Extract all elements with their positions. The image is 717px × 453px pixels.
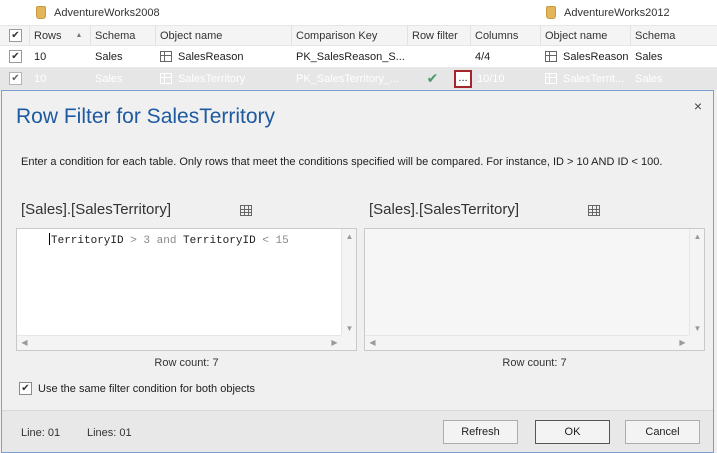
comparison-key-cell[interactable]: PK_SalesReason_S... [292, 46, 408, 67]
right-pane-title: [Sales].[SalesTerritory] [369, 201, 520, 218]
instructions-text: Enter a condition for each table. Only r… [21, 156, 663, 168]
left-filter-editor[interactable]: TerritoryID > 3 and TerritoryID < 15 ▲ ▼… [16, 228, 357, 351]
refresh-button[interactable]: Refresh [443, 420, 518, 444]
column-header-schema[interactable]: Schema [91, 26, 156, 45]
column-header-object-name[interactable]: Object name [156, 26, 292, 45]
column-header-row-filter[interactable]: Row filter [408, 26, 471, 45]
vertical-scrollbar: ▲ ▼ [689, 229, 704, 336]
right-row-count: Row count: 7 [502, 357, 567, 369]
row-filter-dialog: Row Filter for SalesTerritory × Enter a … [1, 90, 714, 453]
left-database-header: AdventureWorks2008 [36, 0, 160, 25]
row-filter-cell[interactable]: ✔ [408, 68, 453, 89]
scrollbar-corner [341, 335, 356, 350]
horizontal-scrollbar[interactable]: ◀ ▶ [17, 335, 342, 350]
scroll-right-icon[interactable]: ▶ [327, 338, 342, 348]
table-icon [160, 73, 172, 84]
table-icon [545, 51, 557, 62]
column-header-right-schema[interactable]: Schema [631, 26, 717, 45]
scroll-up-icon[interactable]: ▲ [342, 232, 357, 242]
column-header-columns[interactable]: Columns [471, 26, 541, 45]
dialog-footer: Line: 01 Lines: 01 Refresh OK Cancel [2, 410, 713, 452]
line-indicator: Line: 01 [21, 427, 61, 439]
left-pane-title: [Sales].[SalesTerritory] [21, 201, 172, 218]
database-icon [546, 6, 556, 19]
row-count-cell: 10 [34, 50, 47, 63]
scroll-up-icon: ▲ [693, 232, 702, 241]
right-filter-editor: ▲ ▼ ◀ ▶ [364, 228, 705, 351]
column-header-comparison-key[interactable]: Comparison Key [292, 26, 408, 45]
table-row[interactable]: ✔ 10 Sales SalesReason PK_SalesReason_S.… [0, 46, 717, 68]
schema-cell: Sales [95, 72, 123, 85]
right-object-name-cell: SalesReason [541, 46, 631, 67]
right-schema-cell: Sales [635, 50, 663, 63]
scroll-down-icon[interactable]: ▼ [342, 324, 357, 334]
filter-applied-check-icon: ✔ [426, 70, 439, 86]
close-icon[interactable]: × [691, 99, 705, 113]
text-caret [49, 233, 50, 245]
dialog-title: Row Filter for SalesTerritory [16, 105, 276, 128]
ok-button[interactable]: OK [535, 420, 610, 444]
vertical-scrollbar[interactable]: ▲ ▼ [341, 229, 356, 336]
sort-ascending-icon: ▲ [75, 32, 83, 39]
columns-cell: 10/10 [477, 72, 505, 85]
scroll-left-icon[interactable]: ◀ [17, 338, 32, 348]
view-table-icon[interactable] [588, 205, 600, 216]
same-filter-checkbox[interactable]: ✔ [19, 382, 32, 395]
view-table-icon[interactable] [240, 205, 252, 216]
database-icon [36, 6, 46, 19]
select-all-checkbox[interactable]: ✔ [9, 29, 22, 42]
left-row-count: Row count: 7 [154, 357, 219, 369]
right-object-name-cell: SalesTerrit... [541, 68, 631, 89]
columns-cell: 4/4 [475, 50, 491, 63]
right-database-header: AdventureWorks2012 [546, 0, 670, 25]
scrollbar-corner [689, 335, 704, 350]
schema-cell: Sales [95, 50, 123, 63]
row-count-cell: 10 [34, 72, 47, 85]
column-header-rows[interactable]: Rows ▲ [30, 26, 91, 45]
table-row[interactable]: ✔ 10 Sales SalesTerritory PK_SalesTerrit… [0, 68, 717, 90]
row-filter-button-cell[interactable]: ... [453, 68, 473, 89]
comparison-grid: AdventureWorks2008 AdventureWorks2012 ✔ … [0, 0, 717, 90]
comparison-key-cell[interactable]: PK_SalesTerritory_... [292, 68, 408, 89]
lines-indicator: Lines: 01 [87, 427, 132, 439]
scroll-right-icon: ▶ [679, 338, 686, 347]
grid-column-headers: ✔ Rows ▲ Schema Object name Comparison Ke… [0, 25, 717, 46]
column-header-right-object-name[interactable]: Object name [541, 26, 631, 45]
filter-expression[interactable]: TerritoryID > 3 and TerritoryID < 15 [49, 233, 289, 247]
same-filter-label[interactable]: Use the same filter condition for both o… [38, 383, 255, 395]
object-name-cell: SalesTerritory [156, 68, 292, 89]
table-icon [160, 51, 172, 62]
row-filter-cell[interactable] [408, 46, 471, 67]
horizontal-scrollbar: ◀ ▶ [365, 335, 690, 350]
table-icon [545, 73, 557, 84]
edit-row-filter-button[interactable]: ... [454, 69, 472, 88]
scroll-down-icon: ▼ [693, 324, 702, 333]
left-database-name: AdventureWorks2008 [54, 6, 160, 19]
object-name-cell: SalesReason [156, 46, 292, 67]
select-all-checkbox-cell[interactable]: ✔ [0, 26, 30, 45]
row-include-checkbox[interactable]: ✔ [9, 72, 22, 85]
same-filter-option[interactable]: ✔ Use the same filter condition for both… [19, 382, 255, 395]
cancel-button[interactable]: Cancel [625, 420, 700, 444]
row-include-checkbox[interactable]: ✔ [9, 50, 22, 63]
right-schema-cell: Sales [635, 72, 663, 85]
scroll-left-icon: ◀ [369, 338, 376, 347]
right-database-name: AdventureWorks2012 [564, 6, 670, 19]
